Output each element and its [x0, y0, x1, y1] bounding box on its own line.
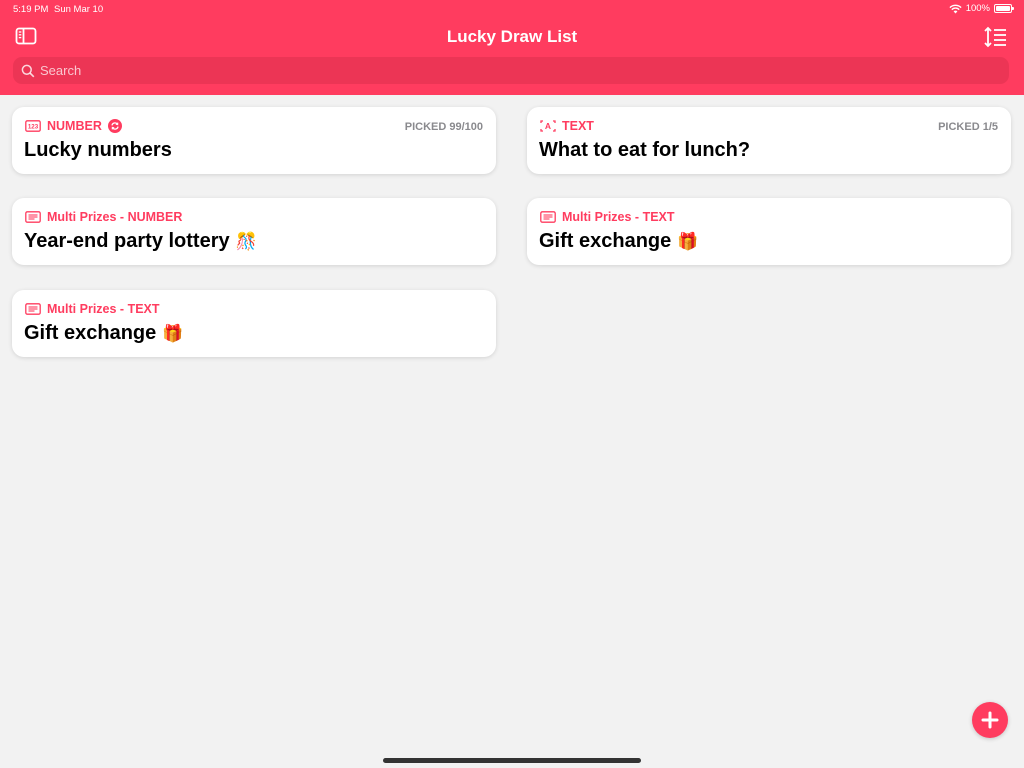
text-icon: A [540, 120, 556, 132]
list-icon [25, 211, 41, 223]
gift-emoji: 🎁 [677, 231, 699, 252]
card-type-label: NUMBER [47, 119, 102, 133]
number-icon: 123 [25, 120, 41, 132]
card-title: What to eat for lunch? [539, 139, 750, 162]
card-type: A TEXT [540, 119, 594, 133]
list-icon [25, 303, 41, 315]
repeat-icon [107, 119, 122, 133]
card-type-label: TEXT [562, 119, 594, 133]
card-type-label: Multi Prizes - NUMBER [47, 210, 183, 224]
confetti-emoji: 🎊 [235, 231, 257, 252]
add-draw-button[interactable] [972, 702, 1008, 738]
home-indicator[interactable] [383, 758, 641, 763]
draw-card[interactable]: Multi Prizes - NUMBER Year-end party lot… [12, 198, 496, 265]
picked-count: PICKED 1/5 [938, 121, 998, 133]
card-type: Multi Prizes - NUMBER [25, 210, 182, 224]
search-icon [21, 64, 35, 77]
draw-card[interactable]: Multi Prizes - TEXT Gift exchange 🎁 [12, 290, 496, 357]
card-type: 123 NUMBER [25, 119, 122, 133]
card-title: Year-end party lottery 🎊 [24, 230, 257, 253]
card-title: Gift exchange 🎁 [539, 230, 698, 253]
battery-icon [994, 4, 1014, 13]
card-title-text: Lucky numbers [24, 139, 172, 161]
svg-text:A: A [545, 121, 551, 131]
wifi-icon [949, 4, 962, 13]
sort-icon [984, 26, 1006, 48]
plus-icon [981, 711, 999, 729]
card-type: Multi Prizes - TEXT [25, 302, 160, 316]
gift-emoji: 🎁 [162, 323, 184, 344]
card-title-text: Gift exchange [24, 322, 157, 344]
list-icon [540, 211, 556, 223]
card-type-label: Multi Prizes - TEXT [47, 302, 160, 316]
status-time: 5:19 PM [13, 4, 49, 15]
card-title-text: What to eat for lunch? [539, 139, 751, 161]
picked-count: PICKED 99/100 [404, 121, 483, 133]
status-date: Sun Mar 10 [54, 4, 104, 15]
svg-text:123: 123 [28, 124, 39, 131]
card-title-text: Year-end party lottery [24, 230, 230, 252]
card-type: Multi Prizes - TEXT [540, 210, 675, 224]
card-title-text: Gift exchange [539, 230, 672, 252]
status-bar: 5:19 PM Sun Mar 10 100% [0, 0, 1024, 18]
draw-card[interactable]: Multi Prizes - TEXT Gift exchange 🎁 [527, 198, 1011, 265]
card-title: Gift exchange 🎁 [24, 322, 183, 345]
draw-card[interactable]: 123 NUMBER PICKED 99/100 Lucky numbers [12, 107, 496, 174]
battery-percentage: 100% [965, 3, 990, 14]
card-type-label: Multi Prizes - TEXT [562, 210, 675, 224]
search-bar[interactable] [13, 57, 1009, 84]
search-input[interactable] [40, 63, 1009, 78]
page-title: Lucky Draw List [446, 27, 578, 46]
status-right: 100% [949, 3, 1014, 14]
card-title: Lucky numbers [24, 139, 172, 162]
app-header: 5:19 PM Sun Mar 10 100% Lucky Draw List [0, 0, 1024, 95]
draw-card[interactable]: A TEXT PICKED 1/5 What to eat for lunch? [527, 107, 1011, 174]
sort-button[interactable] [984, 26, 1008, 48]
